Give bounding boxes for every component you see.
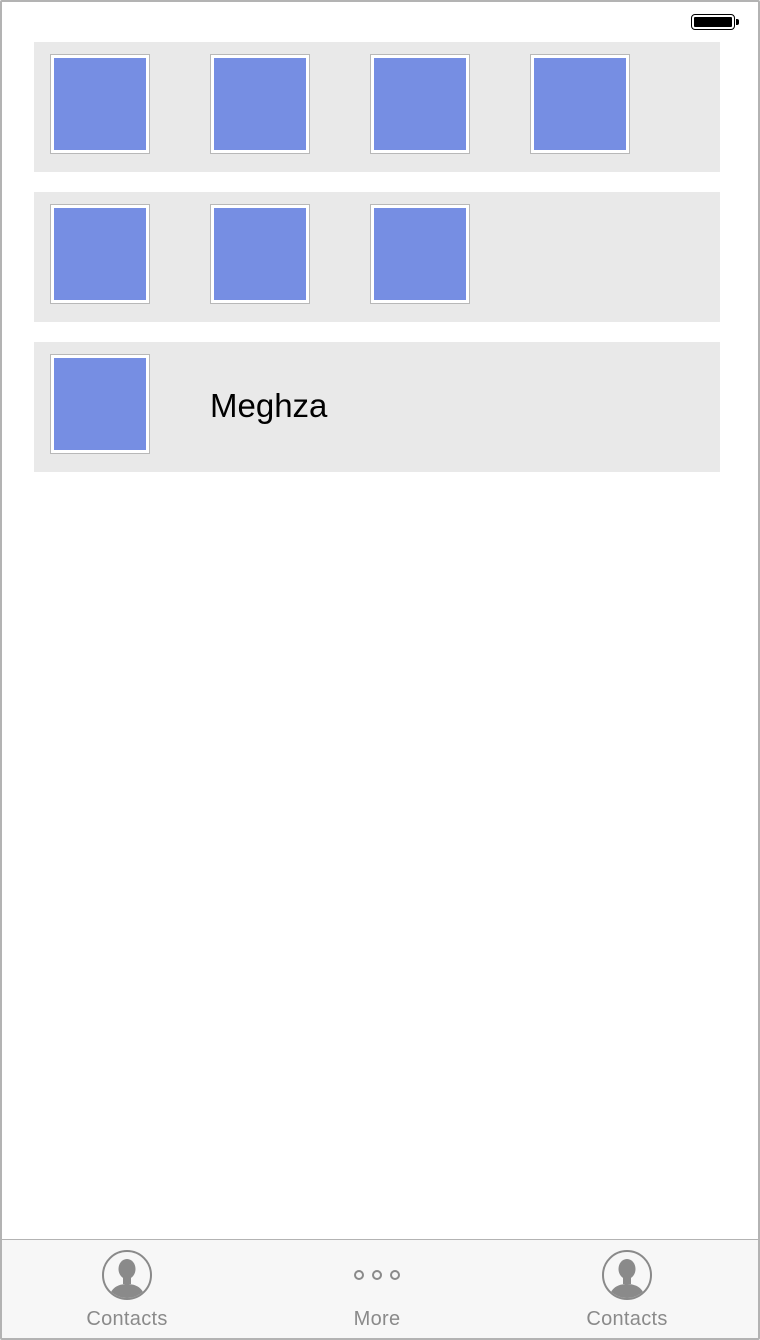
device-screen: Meghza Contacts More Contacts [0,0,760,1340]
tab-contacts-left[interactable]: Contacts [2,1240,252,1338]
collection-row[interactable] [34,192,720,322]
image-placeholder [534,58,626,150]
image-placeholder [374,208,466,300]
image-tile[interactable] [50,204,150,304]
tab-more[interactable]: More [252,1240,502,1338]
image-tile[interactable] [370,54,470,154]
image-placeholder [54,208,146,300]
image-placeholder [54,358,146,450]
image-tile[interactable] [210,204,310,304]
tab-contacts-right[interactable]: Contacts [502,1240,752,1338]
person-silhouette-icon [602,1250,652,1300]
image-tile[interactable] [530,54,630,154]
image-placeholder [214,208,306,300]
row-label: Meghza [210,387,328,424]
collection-view[interactable]: Meghza [34,42,720,492]
image-placeholder [374,58,466,150]
tab-bar: Contacts More Contacts [2,1239,758,1338]
tab-label: Contacts [86,1308,168,1330]
image-tile[interactable] [370,204,470,304]
tab-label: Contacts [586,1308,668,1330]
image-tile[interactable] [50,354,150,454]
image-placeholder [214,58,306,150]
battery-icon [691,14,739,30]
image-placeholder [54,58,146,150]
status-bar [2,2,758,42]
more-dots-icon [354,1270,400,1280]
image-tile[interactable] [50,54,150,154]
image-tile[interactable] [210,54,310,154]
battery-tip [736,19,739,25]
battery-level-fill [694,17,732,27]
collection-row-meghza[interactable]: Meghza [34,342,720,472]
person-silhouette-icon [102,1250,152,1300]
collection-row[interactable] [34,42,720,172]
tab-label: More [353,1308,401,1330]
